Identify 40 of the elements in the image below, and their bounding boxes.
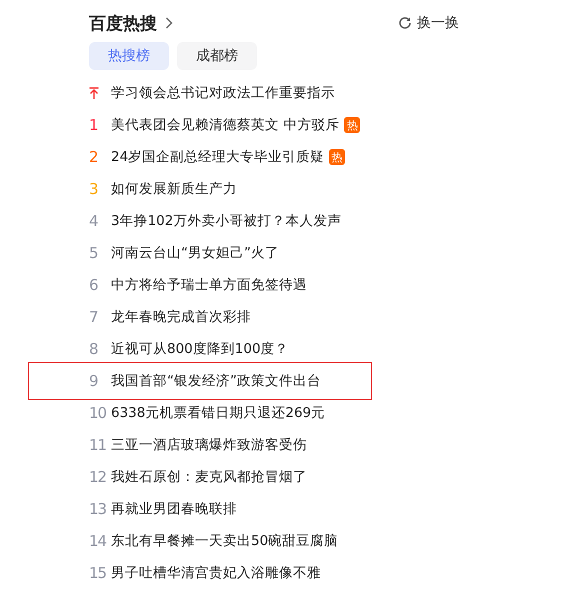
- tab[interactable]: 热搜榜: [89, 42, 169, 70]
- hot-search-link[interactable]: 我国首部“银发经济”政策文件出台: [111, 372, 321, 390]
- hot-search-link[interactable]: 如何发展新质生产力: [111, 180, 237, 198]
- hot-search-link[interactable]: 24岁国企副总经理大专毕业引质疑: [111, 148, 324, 166]
- rank-number: 15: [89, 564, 106, 582]
- rank-number: 7: [89, 308, 98, 326]
- rank-number: 4: [89, 212, 98, 230]
- hot-search-link[interactable]: 再就业男团春晚联排: [111, 500, 237, 518]
- tab[interactable]: 成都榜: [177, 42, 257, 70]
- hot-badge: 热: [329, 149, 346, 165]
- rank-number: 3: [89, 180, 98, 198]
- rank-number: 5: [89, 244, 98, 262]
- pin-top-icon: [89, 87, 99, 99]
- hot-search-link[interactable]: 河南云台山“男女妲己”火了: [111, 244, 279, 262]
- rank-number: 11: [89, 436, 106, 454]
- hot-badge: 热: [344, 117, 360, 133]
- chevron-right-icon: [165, 17, 173, 29]
- hot-search-link[interactable]: 学习领会总书记对政法工作重要指示: [111, 84, 335, 102]
- hot-search-link[interactable]: 龙年春晚完成首次彩排: [111, 308, 251, 326]
- hot-search-link[interactable]: 中方将给予瑞士单方面免签待遇: [111, 276, 307, 294]
- hot-search-link[interactable]: 6338元机票看错日期只退还269元: [111, 404, 326, 422]
- rank-number: 1: [89, 116, 98, 134]
- hot-search-link[interactable]: 近视可从800度降到100度？: [111, 340, 289, 358]
- rank-number: 14: [89, 532, 106, 550]
- rank-number: 12: [89, 468, 106, 486]
- hot-search-link[interactable]: 3年挣102万外卖小哥被打？本人发声: [111, 212, 342, 230]
- refresh-icon: [398, 16, 412, 30]
- rank-number: 13: [89, 500, 106, 518]
- rank-number: 9: [89, 372, 98, 390]
- rank-number: 6: [89, 276, 98, 294]
- refresh-button[interactable]: 换一换: [398, 14, 459, 32]
- hot-search-link[interactable]: 我姓石原创：麦克风都抢冒烟了: [111, 468, 307, 486]
- rank-number: 8: [89, 340, 98, 358]
- rank-number: 2: [89, 148, 98, 166]
- hot-search-link[interactable]: 东北有早餐摊一天卖出50碗甜豆腐脑: [111, 532, 338, 550]
- hot-search-link[interactable]: 男子吐槽华清宫贵妃入浴雕像不雅: [111, 564, 321, 582]
- hot-search-link[interactable]: 美代表团会见赖清德蔡英文 中方驳斥: [111, 116, 340, 134]
- hot-search-title-link[interactable]: 百度热搜: [89, 12, 173, 34]
- hot-search-link[interactable]: 三亚一酒店玻璃爆炸致游客受伤: [111, 436, 307, 454]
- rank-number: 10: [89, 404, 106, 422]
